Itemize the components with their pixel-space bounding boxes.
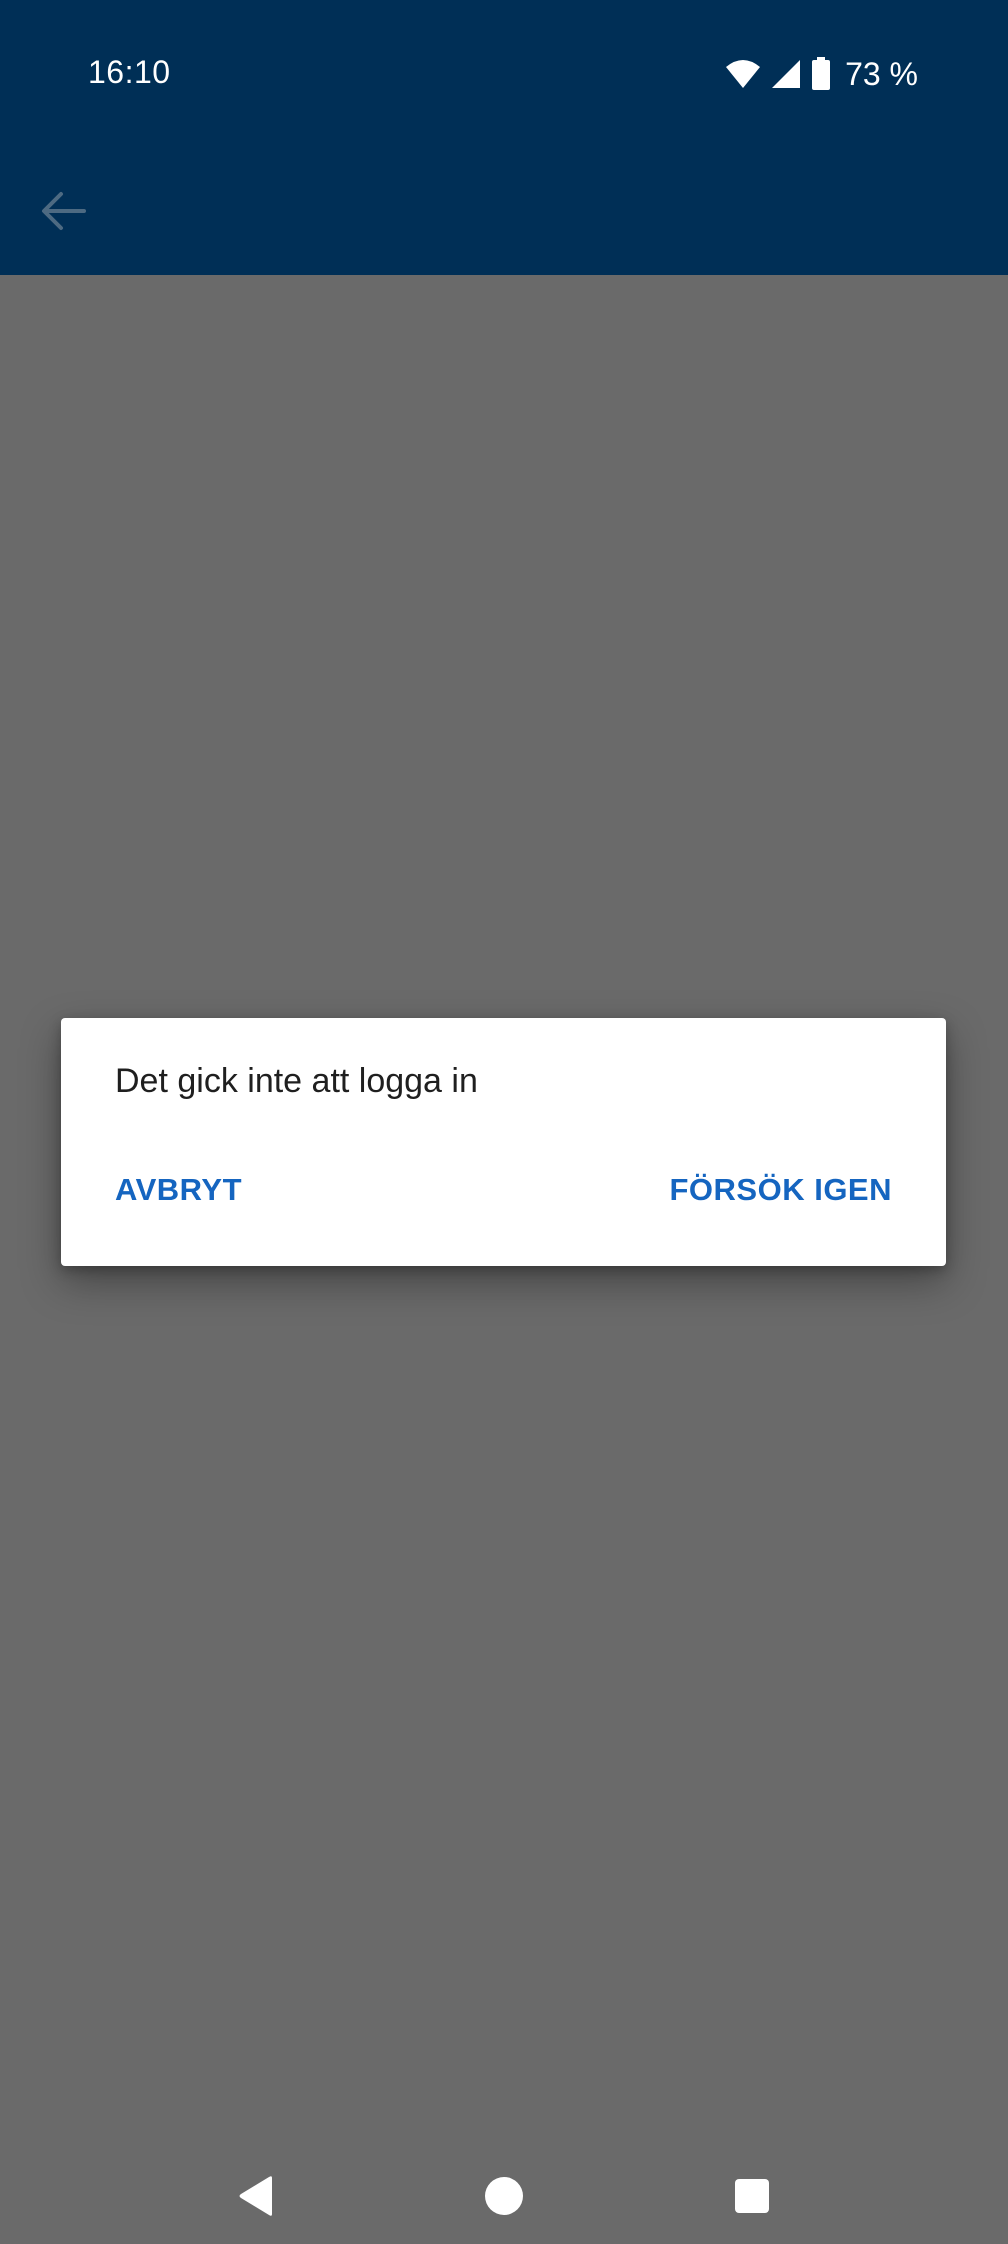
- wifi-icon: [725, 59, 761, 89]
- screen: 16:10 73 % Det gick inte att logga in AV…: [0, 0, 1008, 2244]
- status-time: 16:10: [88, 54, 171, 90]
- nav-back-button[interactable]: [228, 2170, 284, 2226]
- error-dialog: Det gick inte att logga in AVBRYT FÖRSÖK…: [61, 1018, 946, 1266]
- back-button[interactable]: [30, 180, 96, 246]
- retry-button[interactable]: FÖRSÖK IGEN: [669, 1172, 892, 1208]
- nav-recents-button[interactable]: [724, 2170, 780, 2226]
- cancel-button[interactable]: AVBRYT: [115, 1172, 242, 1208]
- signal-icon: [771, 59, 801, 89]
- nav-home-icon: [484, 2176, 524, 2221]
- status-icons: 73 %: [725, 52, 918, 96]
- dialog-message: Det gick inte att logga in: [115, 1062, 478, 1100]
- nav-recents-icon: [734, 2178, 770, 2219]
- app-bar: 16:10 73 %: [0, 0, 1008, 275]
- nav-back-icon: [236, 2175, 276, 2222]
- battery-icon: [811, 57, 831, 91]
- nav-home-button[interactable]: [476, 2170, 532, 2226]
- battery-percent: 73 %: [845, 55, 918, 92]
- arrow-left-icon: [40, 191, 86, 236]
